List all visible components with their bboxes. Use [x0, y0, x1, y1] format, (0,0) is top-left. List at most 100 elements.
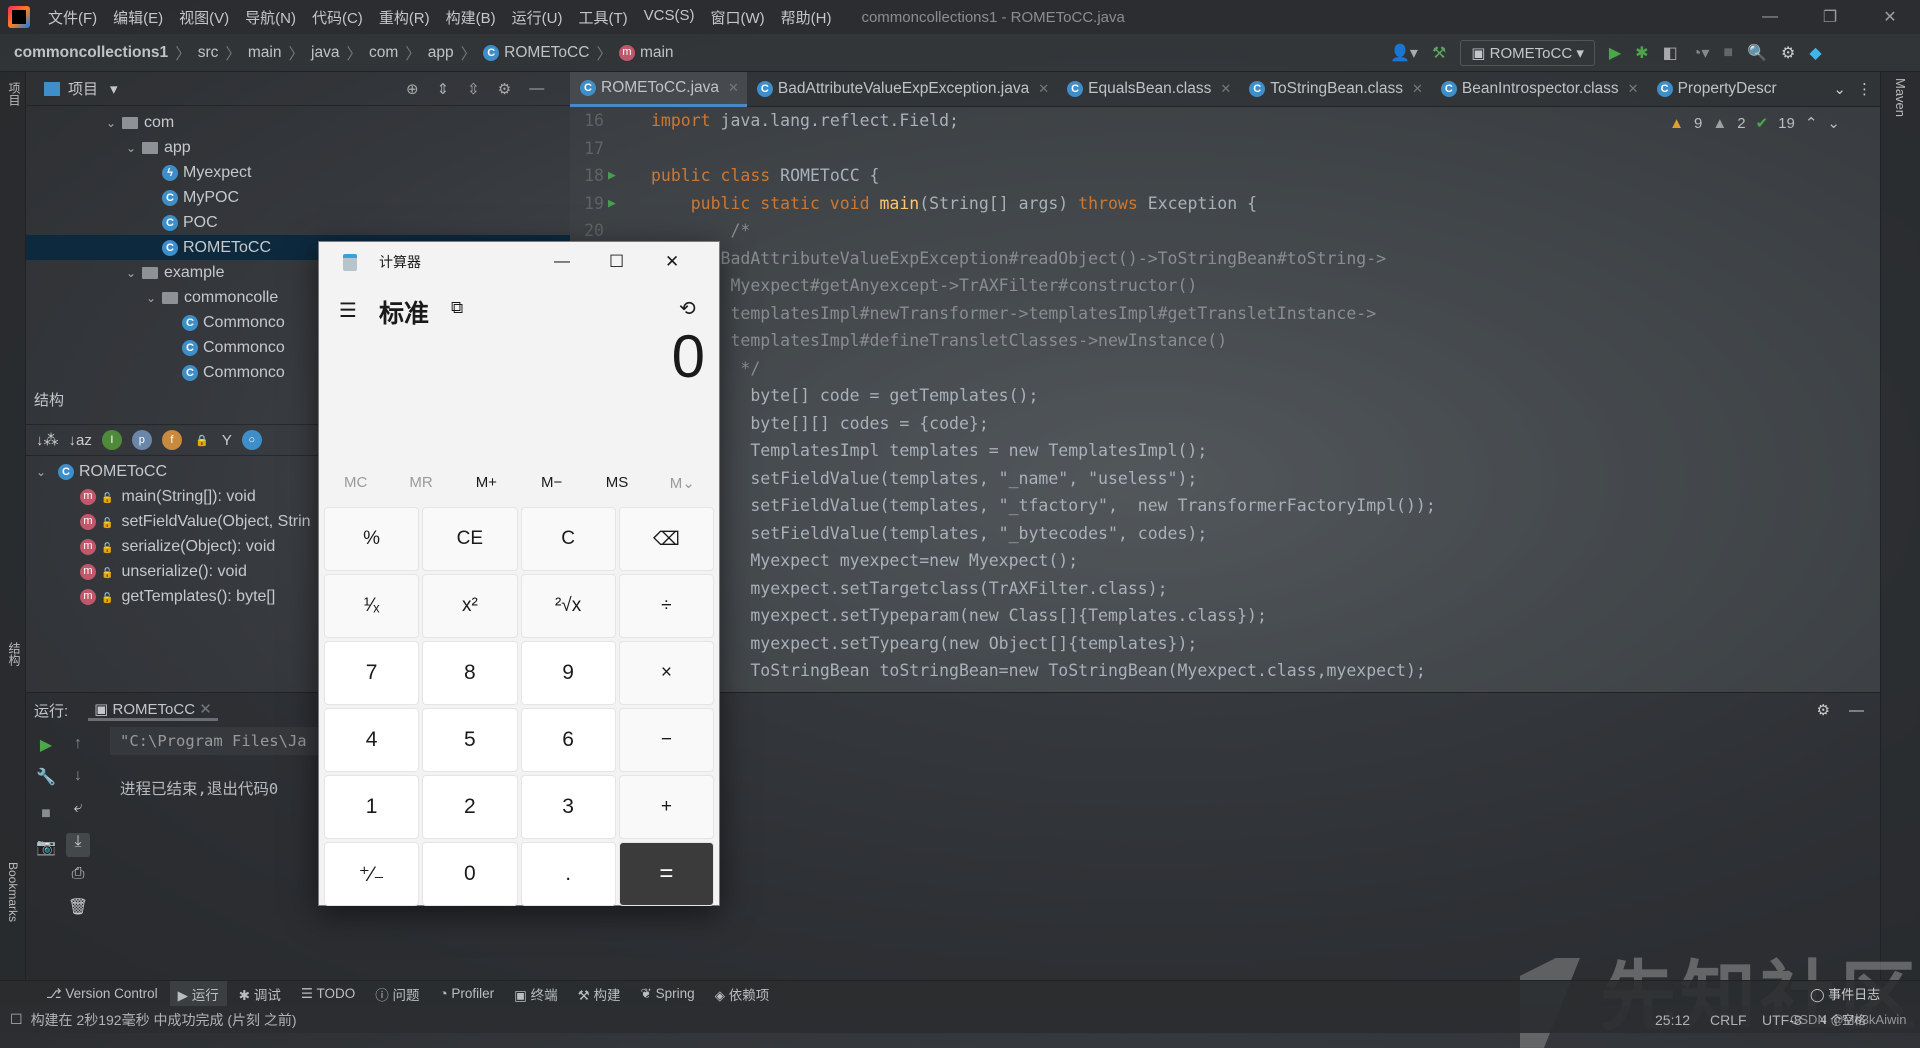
sort-visibility-icon[interactable]: ↓⁂ [36, 431, 59, 449]
calc-button[interactable]: × [618, 641, 714, 705]
print-icon[interactable]: ⎙ [66, 865, 90, 889]
maven-tool-button[interactable]: Maven [1893, 78, 1908, 117]
sort-alpha-icon[interactable]: ↓az [69, 432, 92, 449]
run-icon[interactable]: ▶ [1609, 43, 1621, 63]
properties-icon[interactable]: p [131, 430, 152, 450]
menu-item[interactable]: 帮助(H) [773, 7, 840, 28]
camera-icon[interactable]: 📷 [34, 837, 58, 861]
menu-item[interactable]: 视图(V) [171, 7, 237, 28]
search-icon[interactable]: 🔍 [1747, 43, 1767, 63]
editor-tab[interactable]: C PropertyDescr [1647, 72, 1785, 107]
editor-tab[interactable]: C ROMEToCC.java ✕ [570, 71, 747, 107]
tool-window-9[interactable]: ◈ 依赖项 [707, 981, 778, 1007]
calc-button[interactable]: x² [422, 574, 518, 638]
tool-window-4[interactable]: ⓘ 问题 [367, 981, 427, 1007]
chevron-down-icon[interactable]: ⌄ [146, 286, 162, 311]
calc-button[interactable]: 2 [422, 775, 518, 839]
tool-window-2[interactable]: ✱ 调试 [231, 981, 289, 1007]
menu-item[interactable]: 构建(B) [438, 7, 504, 28]
caret-position[interactable]: 25:12 [1655, 1012, 1690, 1028]
menu-item[interactable]: VCS(S) [636, 7, 703, 28]
tool-window-5[interactable]: ◔ Profiler [431, 983, 502, 1004]
editor-tab[interactable]: C BeanIntrospector.class ✕ [1431, 72, 1647, 107]
more-tabs-menu-icon[interactable]: ⋮ [1857, 80, 1872, 98]
soft-wrap-icon[interactable]: ⤶ [66, 799, 90, 823]
menu-item[interactable]: 文件(F) [40, 7, 105, 28]
memory-1[interactable]: MR [388, 474, 453, 492]
down-arrow-icon[interactable]: ↓ [66, 767, 90, 791]
trash-icon[interactable]: 🗑 [66, 897, 90, 921]
menu-item[interactable]: 工具(T) [570, 7, 635, 28]
settings-gear-icon[interactable]: ⚙ [1781, 43, 1795, 63]
gear-icon[interactable]: ⚙ [498, 80, 511, 98]
calc-button[interactable]: 0 [422, 842, 518, 906]
debug-icon[interactable]: ✱ [1635, 43, 1648, 63]
chevron-down-icon[interactable]: ⌄ [126, 136, 142, 161]
tree-item-mypoc[interactable]: C MyPOC [26, 185, 570, 210]
calc-button[interactable]: − [618, 708, 714, 772]
calc-button[interactable]: = [618, 842, 714, 906]
toolbox-icon[interactable]: ◆ [1809, 43, 1821, 63]
calc-button[interactable]: 7 [324, 641, 420, 705]
menu-item[interactable]: 窗口(W) [702, 7, 772, 28]
calc-button[interactable]: 9 [520, 641, 616, 705]
run-config-select[interactable]: ▣ ROMEToCC ▾ [1460, 40, 1595, 66]
calc-button[interactable]: 6 [520, 708, 616, 772]
calc-button[interactable]: 5 [422, 708, 518, 772]
tree-item-poc[interactable]: C POC [26, 210, 570, 235]
breadcrumb-com[interactable]: com [369, 44, 398, 62]
non-public-icon[interactable]: 🔒 [192, 430, 212, 450]
calc-button[interactable]: C [520, 507, 616, 571]
run-gutter-icon[interactable]: ▶ [608, 190, 616, 218]
menu-item[interactable]: 重构(R) [371, 7, 438, 28]
editor-tab[interactable]: C EqualsBean.class ✕ [1057, 72, 1239, 107]
chevron-down-icon[interactable]: ⌄ [36, 460, 52, 485]
project-panel-title[interactable]: 项目 [68, 78, 98, 99]
history-icon[interactable]: ⟲ [679, 296, 696, 321]
close-tab-icon[interactable]: ✕ [199, 701, 212, 718]
stop-icon[interactable]: ■ [34, 805, 58, 829]
tool-window-1[interactable]: ▶ 运行 [169, 980, 227, 1007]
calc-button[interactable]: 3 [520, 775, 616, 839]
coverage-icon[interactable]: ◧ [1663, 43, 1678, 63]
menu-item[interactable]: 编辑(E) [105, 7, 171, 28]
tab-list-chevron-icon[interactable]: ⌄ [1833, 80, 1846, 98]
run-tab[interactable]: ▣ ROMEToCC ✕ [88, 700, 218, 721]
calc-button[interactable]: 4 [324, 708, 420, 772]
breadcrumb-java[interactable]: java [311, 44, 339, 62]
anonymous-icon[interactable]: ○ [241, 430, 262, 450]
chevron-down-icon[interactable]: ⌄ [106, 111, 122, 136]
build-hammer-icon[interactable]: ⚒ [1432, 43, 1446, 63]
close-button[interactable]: ✕ [1860, 0, 1920, 34]
menu-item[interactable]: 代码(C) [304, 7, 371, 28]
calc-button[interactable]: ⁺⁄₋ [324, 842, 420, 906]
code-editor[interactable]: C ROMEToCC.java ✕ C BadAttributeValueExpExce… [570, 71, 1880, 692]
menu-item[interactable]: 运行(U) [504, 7, 571, 28]
chevron-down-icon[interactable]: ⌄ [126, 261, 142, 286]
breadcrumb-class[interactable]: ROMEToCC [504, 44, 589, 62]
tool-window-8[interactable]: ❦ Spring [633, 983, 703, 1005]
up-arrow-icon[interactable]: ↑ [66, 735, 90, 759]
keep-on-top-icon[interactable]: ⧉ [451, 298, 463, 318]
calc-button[interactable]: . [520, 842, 616, 906]
close-tab-icon[interactable]: ✕ [1412, 81, 1423, 97]
structure-tool-button[interactable]: 结构 [6, 642, 23, 666]
profile-icon[interactable]: ◔▾ [1692, 43, 1710, 63]
tree-item-myexpect[interactable]: ϟ Myexpect [26, 160, 570, 185]
wrench-icon[interactable]: 🔧 [34, 767, 58, 791]
tree-item-com[interactable]: ⌄ com [26, 110, 570, 135]
calc-button[interactable]: ⌫ [618, 507, 714, 571]
tree-item-app[interactable]: ⌄ app [26, 135, 570, 160]
gear-icon[interactable]: ⚙ [1817, 701, 1830, 719]
hide-icon[interactable]: — [529, 80, 544, 98]
tool-window-6[interactable]: ▣ 终端 [506, 981, 566, 1007]
rerun-icon[interactable]: ▶ [34, 735, 58, 759]
editor-tab[interactable]: C ToStringBean.class ✕ [1239, 72, 1431, 107]
minimize-button[interactable]: — [554, 253, 570, 271]
minimize-button[interactable]: — [1740, 0, 1800, 34]
tool-window-7[interactable]: ⚒ 构建 [570, 981, 629, 1007]
fields-icon[interactable]: f [161, 430, 182, 450]
calc-button[interactable]: % [324, 507, 420, 571]
breadcrumb-app[interactable]: app [428, 44, 454, 62]
collapse-all-icon[interactable]: ⇳ [467, 80, 480, 98]
